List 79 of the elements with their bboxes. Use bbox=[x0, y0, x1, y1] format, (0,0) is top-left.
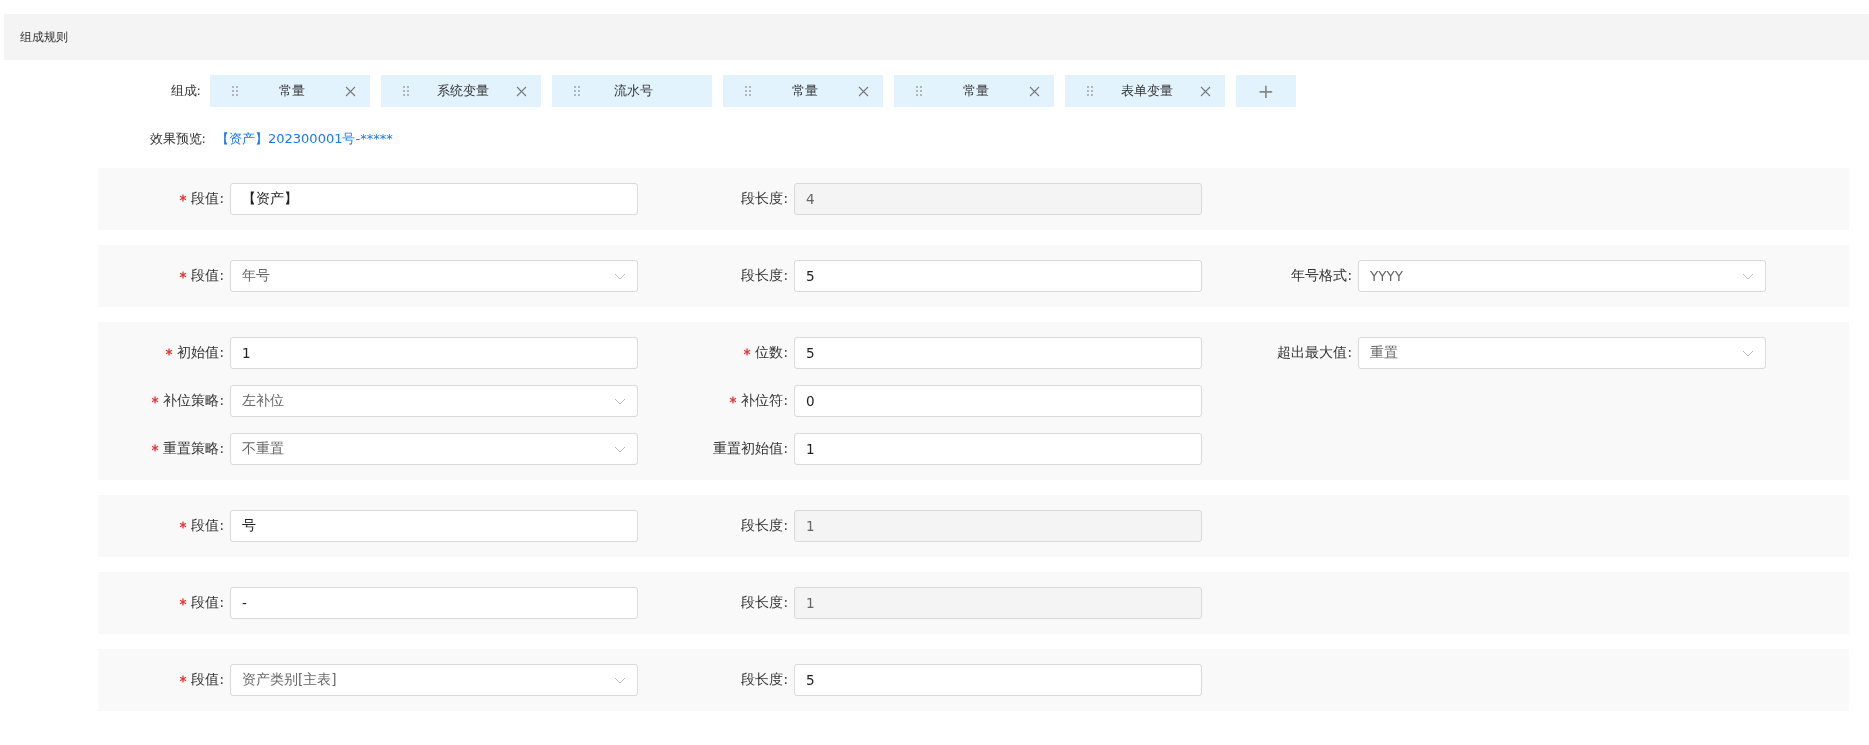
preview-label: 效果预览: bbox=[148, 130, 206, 148]
chevron-down-icon bbox=[614, 676, 626, 684]
chip-label: 常量 bbox=[277, 82, 306, 100]
segment-chip[interactable]: 表单变量 bbox=[1065, 75, 1225, 107]
input-field[interactable]: 1 bbox=[230, 337, 638, 369]
drag-handle-icon[interactable] bbox=[1087, 86, 1093, 96]
input-field[interactable]: 5 bbox=[794, 260, 1202, 292]
close-icon[interactable] bbox=[1200, 85, 1211, 97]
select-field[interactable]: 重置 bbox=[1358, 337, 1766, 369]
field-label: 补位策略: bbox=[98, 392, 230, 410]
chip-label: 系统变量 bbox=[435, 82, 490, 100]
select-field[interactable]: 资产类别[主表] bbox=[230, 664, 638, 696]
segment-chip[interactable]: 常量 bbox=[210, 75, 370, 107]
chip-label: 流水号 bbox=[613, 82, 654, 100]
input-field[interactable]: 1 bbox=[794, 510, 1202, 542]
input-field[interactable]: 号 bbox=[230, 510, 638, 542]
field-label: 超出最大值: bbox=[1276, 344, 1353, 362]
input-field[interactable]: 1 bbox=[794, 587, 1202, 619]
input-field[interactable]: - bbox=[230, 587, 638, 619]
chevron-down-icon bbox=[614, 445, 626, 453]
required-asterisk-icon bbox=[179, 521, 188, 529]
field-label: 段值: bbox=[98, 517, 230, 535]
required-asterisk-icon bbox=[729, 396, 738, 404]
select-field[interactable]: YYYY bbox=[1358, 260, 1766, 292]
field-label: 重置初始值: bbox=[712, 440, 789, 458]
chevron-down-icon bbox=[1742, 349, 1754, 357]
field-label: 年号格式: bbox=[1290, 267, 1353, 285]
select-field[interactable]: 不重置 bbox=[230, 433, 638, 465]
close-icon[interactable] bbox=[858, 85, 869, 97]
field-label: 段长度: bbox=[740, 190, 789, 208]
field-label: 段长度: bbox=[740, 267, 789, 285]
chevron-down-icon bbox=[614, 397, 626, 405]
segment-chip[interactable]: 常量 bbox=[894, 75, 1054, 107]
field-label: 段值: bbox=[98, 671, 230, 689]
required-asterisk-icon bbox=[165, 348, 174, 356]
required-asterisk-icon bbox=[151, 396, 160, 404]
composition-label: 组成: bbox=[169, 82, 201, 100]
chevron-down-icon bbox=[614, 272, 626, 280]
input-field[interactable]: 【资产】 bbox=[230, 183, 638, 215]
required-asterisk-icon bbox=[179, 194, 188, 202]
segment-chip[interactable]: 常量 bbox=[723, 75, 883, 107]
segment-chip[interactable]: 流水号 bbox=[552, 75, 712, 107]
field-label: 段值: bbox=[98, 594, 230, 612]
input-field[interactable]: 1 bbox=[794, 433, 1202, 465]
chip-label: 常量 bbox=[790, 82, 819, 100]
field-label: 位数: bbox=[638, 344, 794, 362]
close-icon[interactable] bbox=[1029, 85, 1040, 97]
field-label: 补位符: bbox=[638, 392, 794, 410]
select-field[interactable]: 左补位 bbox=[230, 385, 638, 417]
field-label: 段长度: bbox=[740, 671, 789, 689]
input-field[interactable]: 0 bbox=[794, 385, 1202, 417]
drag-handle-icon[interactable] bbox=[403, 86, 409, 96]
field-label: 初始值: bbox=[98, 344, 230, 362]
required-asterisk-icon bbox=[179, 675, 188, 683]
chip-label: 常量 bbox=[961, 82, 990, 100]
chip-label: 表单变量 bbox=[1119, 82, 1174, 100]
section-title: 组成规则 bbox=[20, 28, 68, 46]
chevron-down-icon bbox=[1742, 272, 1754, 280]
input-field[interactable]: 4 bbox=[794, 183, 1202, 215]
drag-handle-icon[interactable] bbox=[574, 86, 580, 96]
field-label: 段值: bbox=[98, 267, 230, 285]
close-icon[interactable] bbox=[345, 85, 356, 97]
drag-handle-icon[interactable] bbox=[916, 86, 922, 96]
select-field[interactable]: 年号 bbox=[230, 260, 638, 292]
required-asterisk-icon bbox=[151, 444, 160, 452]
close-icon[interactable] bbox=[516, 85, 527, 97]
field-label: 段值: bbox=[98, 190, 230, 208]
input-field[interactable]: 5 bbox=[794, 664, 1202, 696]
required-asterisk-icon bbox=[179, 271, 188, 279]
field-label: 重置策略: bbox=[98, 440, 230, 458]
preview-value: 【资产】202300001号-***** bbox=[216, 130, 393, 148]
required-asterisk-icon bbox=[179, 598, 188, 606]
required-asterisk-icon bbox=[743, 348, 752, 356]
field-label: 段长度: bbox=[740, 517, 789, 535]
field-label: 段长度: bbox=[740, 594, 789, 612]
drag-handle-icon[interactable] bbox=[745, 86, 751, 96]
segment-chip[interactable]: 系统变量 bbox=[381, 75, 541, 107]
drag-handle-icon[interactable] bbox=[232, 86, 238, 96]
input-field[interactable]: 5 bbox=[794, 337, 1202, 369]
